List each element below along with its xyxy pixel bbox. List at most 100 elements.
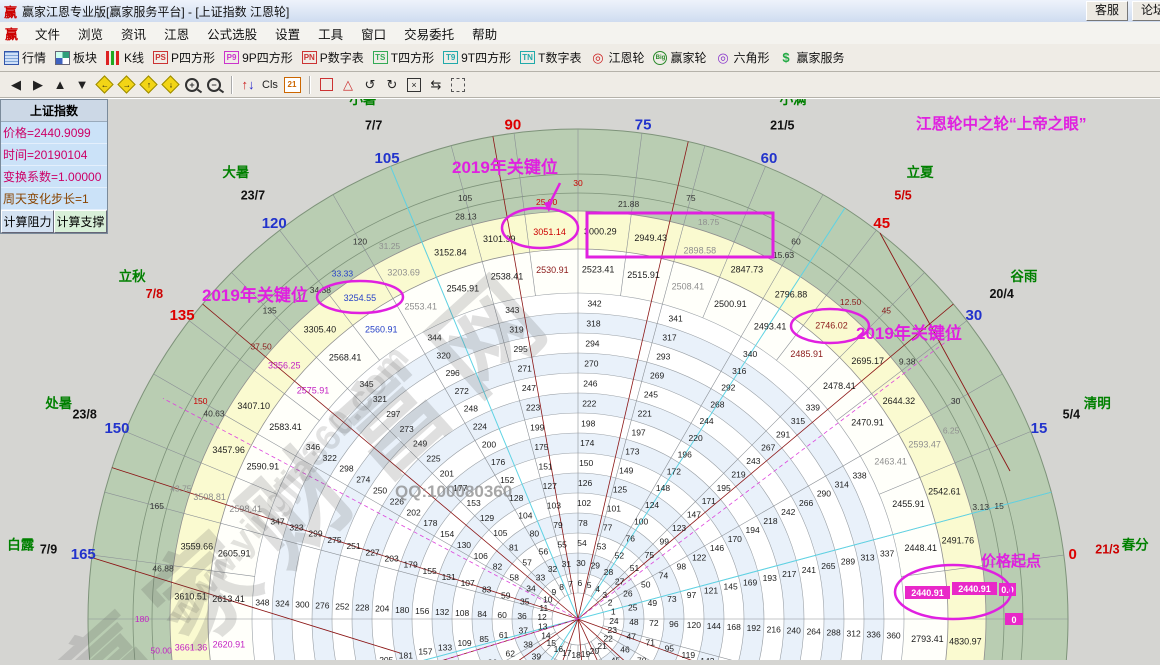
menu-item-3[interactable]: 江恩: [155, 22, 198, 45]
rotate-right-button[interactable]: ↻: [382, 75, 402, 95]
svg-text:立夏: 立夏: [907, 164, 935, 180]
updown-button[interactable]: ↑↓: [238, 75, 258, 95]
svg-text:49: 49: [648, 598, 658, 608]
svg-text:2470.91: 2470.91: [851, 417, 884, 427]
svg-text:104: 104: [518, 511, 532, 521]
forum-button[interactable]: 论坛: [1132, 1, 1160, 21]
svg-text:2500.91: 2500.91: [714, 299, 747, 309]
diamond-right-button[interactable]: →: [116, 75, 136, 95]
menu-item-8[interactable]: 交易委托: [395, 22, 463, 45]
svg-text:15: 15: [1031, 420, 1048, 437]
fit-button[interactable]: ⇆: [426, 75, 446, 95]
svg-text:2644.32: 2644.32: [883, 396, 916, 406]
calendar-button[interactable]: 21: [282, 75, 302, 95]
svg-text:2485.91: 2485.91: [790, 349, 823, 359]
badge: P9: [224, 51, 239, 64]
svg-text:150: 150: [579, 458, 593, 468]
svg-text:3000.29: 3000.29: [584, 227, 617, 237]
rotate-left-button[interactable]: ↺: [360, 75, 380, 95]
toolbar-item-label: 板块: [73, 49, 97, 66]
toolbar-item-2[interactable]: K线: [106, 49, 144, 66]
badge: T9: [443, 51, 458, 64]
toolbar-item-10[interactable]: Big赢家轮: [653, 49, 706, 66]
svg-text:4: 4: [595, 584, 600, 594]
down-button[interactable]: ▼: [72, 75, 92, 95]
prev-button[interactable]: ◀: [6, 75, 26, 95]
diamond-up-button[interactable]: ↑: [138, 75, 158, 95]
svg-text:3152.84: 3152.84: [434, 248, 467, 258]
toolbar-item-label: P四方形: [171, 49, 215, 66]
dash-box-button[interactable]: [448, 75, 468, 95]
svg-text:2847.73: 2847.73: [731, 265, 764, 275]
menu-item-6[interactable]: 工具: [309, 22, 352, 45]
toolbar-item-8[interactable]: TNT数字表: [520, 49, 581, 66]
menu-item-2[interactable]: 资讯: [112, 22, 155, 45]
svg-text:30: 30: [966, 307, 983, 324]
toolbar-item-11[interactable]: ◎六角形: [716, 49, 770, 66]
calc-resistance-button[interactable]: 计算阻力: [1, 210, 54, 233]
toolbar-item-label: P数字表: [320, 49, 364, 66]
svg-text:270: 270: [584, 358, 598, 368]
svg-text:75: 75: [645, 550, 655, 560]
menu-item-9[interactable]: 帮助: [463, 22, 506, 45]
menu-item-1[interactable]: 浏览: [69, 22, 112, 45]
toolbar-item-7[interactable]: T99T四方形: [443, 49, 511, 66]
svg-text:25: 25: [628, 602, 638, 612]
toolbar-item-12[interactable]: $赢家服务: [779, 49, 845, 66]
svg-text:2478.41: 2478.41: [823, 381, 856, 391]
cls-button[interactable]: Cls: [260, 75, 280, 95]
svg-text:360: 360: [886, 631, 900, 641]
menu-item-5[interactable]: 设置: [266, 22, 309, 45]
toolbar-item-3[interactable]: PSP四方形: [153, 49, 215, 66]
grid-icon: [4, 51, 19, 65]
badge: TS: [373, 51, 388, 64]
svg-text:28: 28: [604, 567, 614, 577]
app-window: { "window": { "title": "赢家江恩专业版[赢家服务平台] …: [0, 0, 1160, 659]
svg-text:176: 176: [491, 457, 505, 467]
svg-text:126: 126: [578, 478, 592, 488]
svg-text:处暑: 处暑: [44, 395, 72, 411]
coef-row: 变换系数=1.00000: [1, 166, 107, 188]
svg-text:62: 62: [506, 649, 516, 659]
service-button[interactable]: 客服: [1086, 1, 1128, 21]
svg-text:74: 74: [659, 570, 669, 580]
diamond-down-button[interactable]: ↓: [160, 75, 180, 95]
svg-text:45: 45: [611, 656, 621, 660]
toolbar-item-9[interactable]: ◎江恩轮: [590, 49, 644, 66]
svg-text:121: 121: [704, 586, 718, 596]
gann-wheel-svg: 1234567891011121314151617181920212223242…: [0, 99, 1160, 660]
menu-item-7[interactable]: 窗口: [352, 22, 395, 45]
toolbar-item-6[interactable]: TST四方形: [373, 49, 434, 66]
diamond-left-button[interactable]: ←: [94, 75, 114, 95]
toolbar-item-0[interactable]: 行情: [4, 49, 46, 66]
next-button[interactable]: ▶: [28, 75, 48, 95]
svg-text:265: 265: [821, 561, 835, 571]
delete-box-button[interactable]: ×: [404, 75, 424, 95]
svg-text:38: 38: [523, 639, 533, 649]
zoom-in-button[interactable]: +: [182, 75, 202, 95]
svg-text:173: 173: [625, 447, 639, 457]
toolbar-item-1[interactable]: 板块: [55, 49, 97, 66]
svg-text:45: 45: [873, 215, 890, 232]
svg-text:57: 57: [522, 558, 532, 568]
drawing-toolbar: ◀▶▲▼←→↑↓+−↑↓Cls21△↺↻×⇆: [0, 72, 1160, 98]
toolbar-item-label: 江恩轮: [608, 49, 644, 66]
svg-text:179: 179: [404, 560, 418, 570]
zoom-out-button[interactable]: −: [204, 75, 224, 95]
toolbar-item-4[interactable]: P99P四方形: [224, 49, 293, 66]
svg-text:154: 154: [440, 529, 454, 539]
up-button[interactable]: ▲: [50, 75, 70, 95]
time-row: 时间=20190104: [1, 144, 107, 166]
svg-text:130: 130: [457, 540, 471, 550]
square-button[interactable]: [316, 75, 336, 95]
svg-text:23/8: 23/8: [72, 408, 96, 422]
svg-text:133: 133: [438, 642, 452, 652]
menu-item-4[interactable]: 公式选股: [198, 22, 266, 45]
triangle-button[interactable]: △: [338, 75, 358, 95]
svg-text:79: 79: [553, 520, 563, 530]
svg-text:36: 36: [517, 611, 527, 621]
calc-support-button[interactable]: 计算支撑: [54, 210, 107, 233]
toolbar-item-5[interactable]: PNP数字表: [302, 49, 364, 66]
menu-item-0[interactable]: 文件: [26, 22, 69, 45]
svg-text:9.38: 9.38: [899, 356, 916, 366]
